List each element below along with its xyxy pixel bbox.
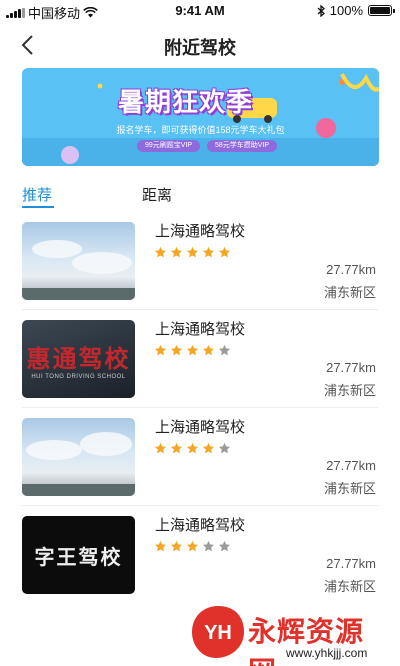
school-list-item[interactable]: 上海通略驾校 27.77km 浦东新区: [0, 212, 400, 310]
ziwang-logo-text: 字王驾校: [34, 546, 123, 569]
star-filled-icon: [170, 442, 183, 454]
school-district: 浦东新区: [323, 481, 376, 496]
sort-tabs: 推荐 距离: [0, 178, 400, 210]
huitong-logo-subtitle: HUI TONG DRIVING SCHOOL: [31, 373, 126, 380]
banner-pill-2[interactable]: 58元学车攒助VIP: [207, 140, 278, 152]
status-right: 100%: [317, 3, 395, 18]
star-rating: [154, 246, 231, 259]
star-filled-icon: [202, 246, 215, 258]
watermark: YH 永辉资源网 www.yhkjjj.com: [190, 604, 390, 666]
star-filled-icon: [170, 246, 183, 258]
school-photo: 惠通驾校 HUI TONG DRIVING SCHOOL: [22, 320, 135, 398]
watermark-logo-icon: YH: [192, 606, 244, 658]
school-list-item[interactable]: 惠通驾校 HUI TONG DRIVING SCHOOL 上海通略驾校 27.7…: [0, 310, 400, 408]
promo-banner[interactable]: 暑期狂欢季 报名学车，即可获得价值158元学车大礼包 99元刷题宝VIP 58元…: [22, 68, 379, 166]
school-list-item[interactable]: 字王驾校 上海通略驾校 27.77km 浦东新区: [0, 506, 400, 604]
school-district: 浦东新区: [323, 579, 376, 594]
tab-recommended[interactable]: 推荐: [22, 184, 52, 205]
page-title: 附近驾校: [164, 38, 236, 58]
school-distance: 27.77km: [326, 458, 376, 473]
star-empty-icon: [218, 344, 231, 356]
star-filled-icon: [154, 442, 167, 454]
school-distance: 27.77km: [326, 360, 376, 375]
star-filled-icon: [186, 540, 199, 552]
school-photo: [22, 418, 135, 496]
star-filled-icon: [170, 344, 183, 356]
star-filled-icon: [186, 442, 199, 454]
school-district: 浦东新区: [323, 383, 376, 398]
status-bar: 中国移动 9:41 AM 100%: [0, 0, 400, 22]
star-filled-icon: [170, 540, 183, 552]
school-photo: [22, 222, 135, 300]
tab-distance[interactable]: 距离: [142, 184, 172, 205]
school-list-item[interactable]: 上海通略驾校 27.77km 浦东新区: [0, 408, 400, 506]
star-rating: [154, 540, 231, 553]
battery-percent: 100%: [329, 3, 363, 18]
star-filled-icon: [202, 344, 215, 356]
active-tab-indicator: [22, 206, 54, 208]
star-filled-icon: [218, 246, 231, 258]
star-empty-icon: [218, 540, 231, 552]
star-filled-icon: [202, 442, 215, 454]
school-name: 上海通略驾校: [155, 223, 246, 240]
star-empty-icon: [218, 442, 231, 454]
watermark-url: www.yhkjjj.com: [286, 646, 368, 660]
star-filled-icon: [186, 246, 199, 258]
star-rating: [154, 344, 231, 357]
star-rating: [154, 442, 231, 455]
star-filled-icon: [154, 540, 167, 552]
school-district: 浦东新区: [323, 285, 376, 300]
watermark-badge: YH: [204, 622, 232, 644]
nav-bar: 附近驾校: [0, 24, 400, 68]
banner-headline: 暑期狂欢季: [118, 87, 254, 117]
school-name: 上海通略驾校: [155, 517, 246, 534]
star-filled-icon: [186, 344, 199, 356]
school-distance: 27.77km: [326, 262, 376, 277]
star-filled-icon: [154, 246, 167, 258]
banner-pill-1[interactable]: 99元刷题宝VIP: [137, 140, 201, 152]
school-distance: 27.77km: [326, 556, 376, 571]
huitong-logo-text: 惠通驾校: [26, 345, 131, 373]
bluetooth-icon: [317, 4, 325, 17]
school-photo: 字王驾校: [22, 516, 135, 594]
banner-subline: 报名学车，即可获得价值158元学车大礼包: [116, 125, 285, 135]
battery-icon: [368, 5, 395, 16]
school-name: 上海通略驾校: [155, 419, 246, 436]
school-name: 上海通略驾校: [155, 321, 246, 338]
star-filled-icon: [154, 344, 167, 356]
star-empty-icon: [202, 540, 215, 552]
